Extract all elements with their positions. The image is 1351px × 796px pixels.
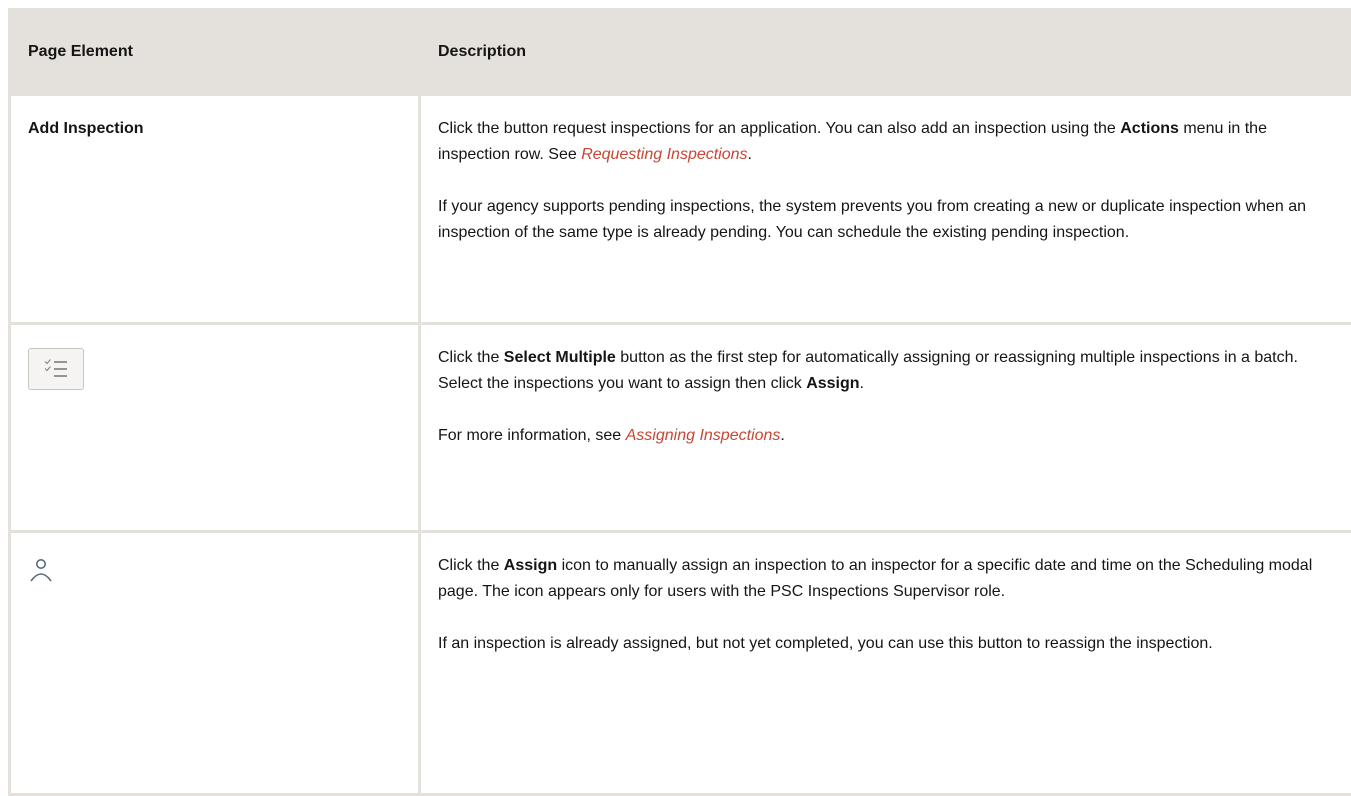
description-paragraph: If your agency supports pending inspecti… <box>438 194 1334 246</box>
select-multiple-icon <box>28 348 84 390</box>
description-paragraph: Click the Select Multiple button as the … <box>438 345 1334 397</box>
assign-term: Assign <box>504 557 557 574</box>
assigning-inspections-link[interactable]: Assigning Inspections <box>626 427 781 444</box>
description-paragraph: Click the button request inspections for… <box>438 116 1334 168</box>
element-icon-cell <box>10 324 420 532</box>
actions-term: Actions <box>1120 120 1179 137</box>
description-cell: Click the Select Multiple button as the … <box>420 324 1351 532</box>
table-row: Click the Assign icon to manually assign… <box>10 532 1351 795</box>
assign-person-icon <box>28 556 58 595</box>
page-elements-table: Page Element Description Add Inspection … <box>8 8 1351 796</box>
description-paragraph: For more information, see Assigning Insp… <box>438 423 1334 449</box>
column-header-description: Description <box>420 10 1351 95</box>
column-header-page-element: Page Element <box>10 10 420 95</box>
table-header-row: Page Element Description <box>10 10 1351 95</box>
table-row: Add Inspection Click the button request … <box>10 95 1351 324</box>
description-paragraph: Click the Assign icon to manually assign… <box>438 553 1334 605</box>
table-row: Click the Select Multiple button as the … <box>10 324 1351 532</box>
assign-term: Assign <box>806 375 859 392</box>
select-multiple-term: Select Multiple <box>504 349 616 366</box>
element-name-add-inspection: Add Inspection <box>10 95 420 324</box>
description-paragraph: If an inspection is already assigned, bu… <box>438 631 1334 657</box>
element-icon-cell <box>10 532 420 795</box>
description-cell: Click the Assign icon to manually assign… <box>420 532 1351 795</box>
description-cell: Click the button request inspections for… <box>420 95 1351 324</box>
requesting-inspections-link[interactable]: Requesting Inspections <box>581 146 747 163</box>
